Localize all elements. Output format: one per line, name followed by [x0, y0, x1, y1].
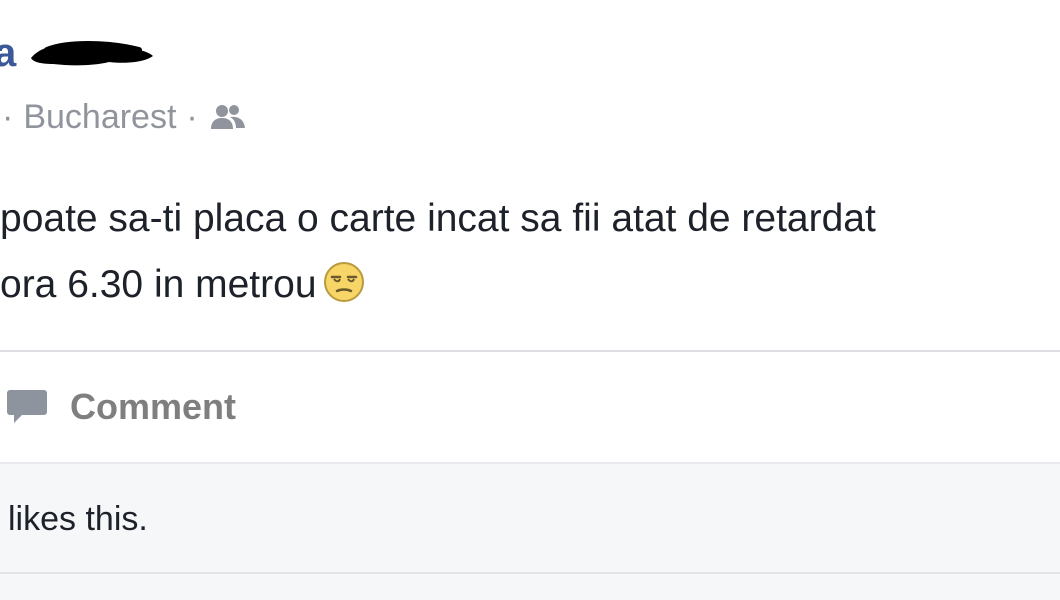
meta-separator: ·: [2, 97, 14, 136]
post-body: poate sa-ti placa o carte incat sa fii a…: [0, 186, 876, 318]
friends-icon[interactable]: [210, 102, 246, 132]
post-action-bar: Comment: [0, 352, 1060, 462]
likes-summary-section: likes this.: [0, 462, 1060, 600]
post-text-line: ora 6.30 in metrou: [0, 263, 317, 306]
post-meta: · Bucharest ·: [0, 92, 246, 142]
speech-bubble-icon: [7, 390, 47, 423]
unamused-face-emoji-icon: [323, 262, 364, 302]
comment-button[interactable]: Comment: [6, 382, 236, 432]
post-text-line: poate sa-ti placa o carte incat sa fii a…: [0, 197, 876, 240]
facebook-post-card: a · Bucharest · poate sa-ti placa o cart…: [0, 0, 1060, 600]
likes-divider: [0, 572, 1060, 574]
post-header: a: [0, 18, 155, 88]
likes-summary-text: likes this.: [8, 500, 148, 538]
meta-separator: ·: [186, 97, 198, 136]
redaction-scribble: [31, 41, 154, 66]
post-text-line-with-emoji: ora 6.30 in metrou: [0, 252, 876, 318]
comment-button-label: Comment: [70, 386, 237, 427]
location-link[interactable]: Bucharest: [23, 98, 176, 137]
author-name-link[interactable]: a: [0, 31, 16, 76]
